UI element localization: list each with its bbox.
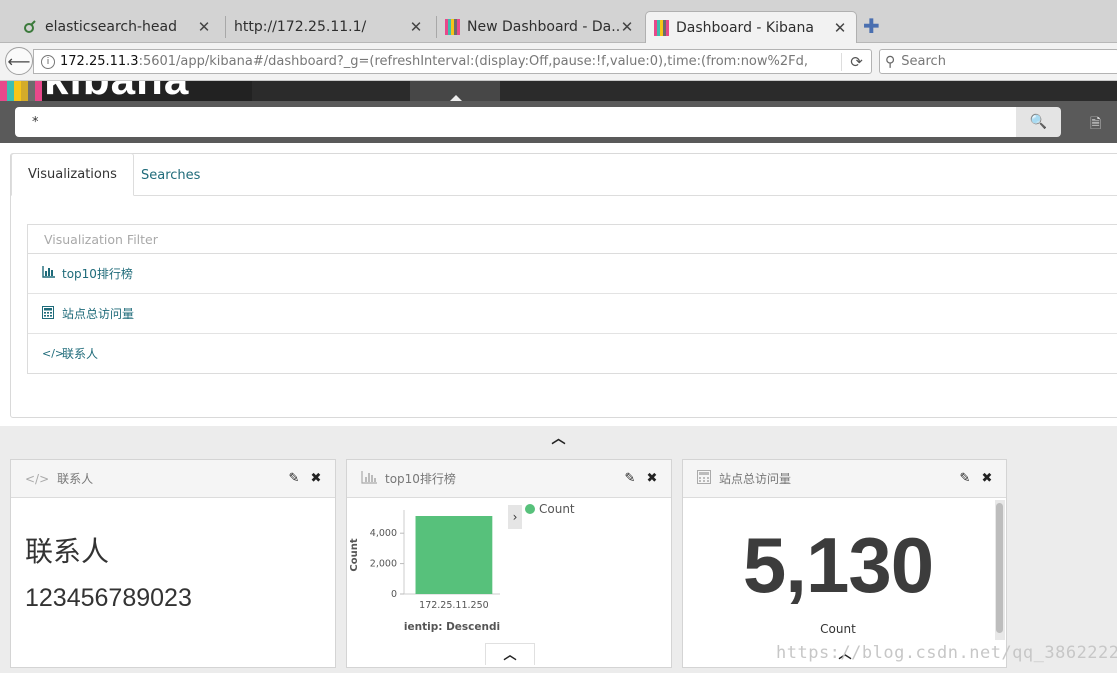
legend-dot — [525, 504, 535, 514]
visualization-list: top10排行榜 站点总访问量 </> 联系人 — [27, 253, 1117, 374]
chevron-up-icon: ︿ — [503, 648, 517, 663]
y-tick-label: 0 — [391, 589, 397, 600]
watermark: https://blog.csdn.net/qq_38622229 — [776, 643, 1117, 663]
spy-toggle[interactable]: ︿ — [485, 643, 535, 665]
close-icon[interactable]: ✖ — [645, 471, 659, 486]
url-bar[interactable]: i 172.25.11.3:5601/app/kibana#/dashboard… — [33, 49, 872, 74]
pencil-icon[interactable]: ✎ — [958, 471, 972, 486]
visualization-filter-input[interactable]: Visualization Filter — [27, 224, 1117, 254]
chevron-right-icon: › — [512, 510, 518, 524]
y-tick-label: 4,000 — [370, 528, 397, 539]
markdown-heading: 联系人 — [25, 535, 110, 568]
x-tick-label: 172.25.11.250 — [419, 600, 489, 611]
add-panel-picker: Visualizations Searches Visualization Fi… — [10, 153, 1117, 418]
close-icon[interactable]: ✖ — [980, 471, 994, 486]
panel-header: 站点总访问量 ✎ ✖ — [683, 460, 1006, 498]
kibana-icon — [654, 19, 670, 36]
new-tab-icon[interactable]: ✚ — [863, 16, 880, 36]
tab-title: http://172.25.11.1/ — [234, 19, 367, 35]
kibana-logo-stripes — [0, 81, 42, 101]
bar-chart-icon — [361, 470, 377, 487]
x-axis-label: ientip: Descendi — [404, 621, 500, 633]
bar-chart-icon — [42, 265, 58, 281]
close-tab-icon[interactable]: ✕ — [832, 19, 848, 37]
markdown-number: 123456789023 — [25, 584, 192, 612]
search-icon: 🔍 — [1029, 114, 1048, 130]
list-item-top10[interactable]: top10排行榜 — [28, 253, 1117, 293]
chart-legend[interactable]: Count — [525, 502, 575, 516]
panel-title: top10排行榜 — [385, 472, 456, 486]
picker-tabs: Visualizations Searches — [11, 153, 1117, 196]
search-icon: ⚲ — [885, 53, 896, 70]
list-item-site-total[interactable]: 站点总访问量 — [28, 293, 1117, 333]
list-item-label: 站点总访问量 — [62, 307, 135, 321]
query-search-button[interactable]: 🔍 — [1016, 107, 1061, 137]
legend-label: Count — [539, 502, 575, 516]
browser-tab-bar: elasticsearch-head ✕ http://172.25.11.1/… — [0, 0, 1117, 43]
scrollbar-thumb[interactable] — [996, 503, 1003, 633]
close-tab-icon[interactable]: ✕ — [408, 18, 424, 36]
close-tab-icon[interactable]: ✕ — [619, 18, 635, 36]
browser-search-input[interactable]: ⚲ Search — [879, 49, 1117, 74]
list-item-contacts[interactable]: </> 联系人 — [28, 333, 1117, 373]
tab-172-25-11-1[interactable]: http://172.25.11.1/ ✕ — [226, 11, 432, 43]
close-icon[interactable]: ✖ — [309, 471, 323, 486]
panel-header: top10排行榜 ✎ ✖ — [347, 460, 671, 498]
calculator-icon — [42, 305, 58, 322]
browser-nav-bar: i 172.25.11.3:5601/app/kibana#/dashboard… — [0, 43, 1117, 81]
pencil-icon[interactable]: ✎ — [287, 471, 301, 486]
list-item-label: 联系人 — [62, 347, 99, 361]
code-icon: </> — [42, 347, 65, 360]
tab-searches[interactable]: Searches — [125, 154, 216, 196]
reload-icon[interactable]: ⟳ — [841, 52, 871, 71]
code-icon: </> — [25, 471, 50, 486]
tab-dashboard-kibana[interactable]: Dashboard - Kibana ✕ — [645, 11, 857, 43]
query-input[interactable]: * — [15, 107, 1017, 137]
panel-top10: top10排行榜 ✎ ✖ 0 2,000 4,000 Count 172.25.11.2… — [346, 459, 672, 668]
panel-site-total: 站点总访问量 ✎ ✖ 5,130 Count ︿ — [682, 459, 1007, 668]
y-axis-label: Count — [349, 538, 360, 571]
search-placeholder: Search — [901, 54, 946, 69]
tab-title: Dashboard - Kibana — [676, 19, 814, 36]
panel-scrollbar[interactable] — [995, 500, 1005, 640]
kibana-logo[interactable]: kibana — [44, 81, 189, 101]
collapse-bar[interactable]: ︿ — [0, 426, 1117, 450]
pencil-icon[interactable]: ✎ — [623, 471, 637, 486]
browser-window: elasticsearch-head ✕ http://172.25.11.1/… — [0, 0, 1117, 673]
panel-title: 站点总访问量 — [719, 472, 792, 486]
new-document-icon[interactable]: 🗎 — [1090, 113, 1101, 137]
panel-title: 联系人 — [57, 472, 94, 486]
metric-label: Count — [820, 622, 856, 636]
chevron-up-icon[interactable]: ︿ — [552, 428, 566, 448]
info-icon[interactable]: i — [41, 54, 55, 69]
url-text: 172.25.11.3:5601/app/kibana#/dashboard?_… — [60, 54, 841, 69]
calculator-icon — [697, 470, 711, 487]
kibana-icon — [445, 19, 461, 35]
legend-toggle[interactable]: › — [508, 505, 522, 529]
close-tab-icon[interactable]: ✕ — [196, 18, 212, 36]
bar-chart: 0 2,000 4,000 Count 172.25.11.250 ientip: Des… — [349, 510, 500, 633]
kibana-header: kibana — [0, 81, 1117, 101]
url-host: 172.25.11.3 — [60, 54, 139, 69]
elasticsearch-icon — [23, 19, 39, 35]
back-arrow-icon: ⟵ — [7, 51, 31, 71]
list-item-label: top10排行榜 — [62, 266, 133, 281]
tab-visualizations[interactable]: Visualizations — [11, 153, 134, 196]
back-button[interactable]: ⟵ — [5, 47, 33, 75]
tab-new-dashboard[interactable]: New Dashboard - Da... ✕ — [437, 11, 643, 43]
tab-title: New Dashboard - Da... — [467, 19, 619, 35]
url-path: :5601/app/kibana#/dashboard?_g=(refreshI… — [138, 54, 809, 69]
panel-contacts: </> 联系人 ✎ ✖ 联系人 123456789023 — [10, 459, 336, 668]
y-tick-label: 2,000 — [370, 559, 397, 570]
bar — [415, 516, 493, 594]
query-bar: * 🔍 🗎 — [0, 101, 1117, 143]
tab-elasticsearch-head[interactable]: elasticsearch-head ✕ — [15, 11, 220, 43]
panel-header: </> 联系人 ✎ ✖ — [11, 460, 335, 498]
metric-value: 5,130 — [742, 521, 934, 609]
tab-title: elasticsearch-head — [45, 19, 177, 35]
kibana-nav — [252, 81, 1117, 101]
